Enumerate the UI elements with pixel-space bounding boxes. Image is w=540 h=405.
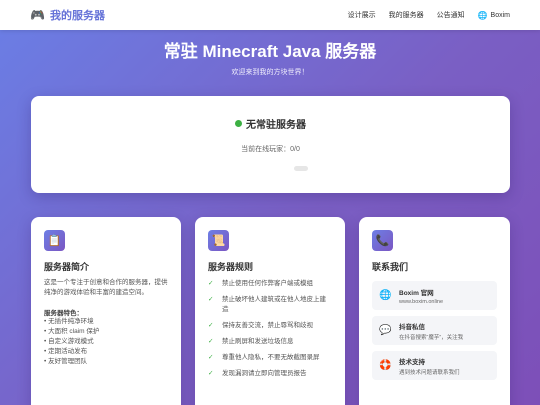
feature-item: • 自定义游戏模式	[44, 338, 94, 345]
contact-detail: www.boxim.online	[399, 298, 444, 305]
server-rules-card: 📜 服务器规则 ✓ 禁止使用任何作弊客户端或模组 ✓ 禁止破坏他人建筑或在他人地皮上…	[195, 217, 345, 405]
page-title: 常驻 Minecraft Java 服务器	[163, 42, 377, 61]
check-icon: ✓	[208, 296, 214, 303]
check-icon: ✓	[208, 338, 214, 345]
status-text: 无常驻服务器	[246, 120, 306, 131]
nav-links: 设计展示 我的服务器 公告通知 🌐 Boxim	[348, 10, 510, 20]
gamepad-icon: 🎮	[30, 8, 45, 22]
status-dot-icon	[235, 120, 242, 127]
contact-list: 🌐 Boxim 官网 www.boxim.online 💬 抖音私信 在抖音搜索…	[372, 281, 497, 380]
contact-douyin[interactable]: 💬 抖音私信 在抖音搜索“魔芋”，关注我	[372, 316, 497, 345]
feature-item: • 友好管理团队	[44, 358, 88, 365]
contact-title: 联系我们	[372, 262, 409, 272]
rule-text: 尊重他人隐私，不要无故截图录屏	[222, 354, 320, 361]
globe-icon: 🌐	[477, 10, 488, 20]
intro-title: 服务器简介	[44, 262, 90, 272]
nav-link-my-server[interactable]: 我的服务器	[389, 10, 424, 20]
rule-item: ✓ 发现漏洞请立即向管理员报告	[208, 369, 332, 379]
feature-item: • 定期活动发布	[44, 348, 88, 355]
top-nav: 🎮 我的服务器 设计展示 我的服务器 公告通知 🌐 Boxim	[0, 0, 540, 30]
nav-link-boxim-label: Boxim	[490, 11, 510, 19]
rule-item: ✓ 保持友善交流，禁止辱骂和歧视	[208, 321, 332, 331]
nav-link-design[interactable]: 设计展示	[348, 10, 376, 20]
status-placeholder-pill	[294, 166, 308, 171]
rule-item: ✓ 禁止破坏他人建筑或在他人地皮上建造	[208, 295, 332, 315]
contact-card: 📞 联系我们 🌐 Boxim 官网 www.boxim.online 💬 抖音私…	[359, 217, 510, 405]
rules-list: ✓ 禁止使用任何作弊客户端或模组 ✓ 禁止破坏他人建筑或在他人地皮上建造 ✓ 保持友善…	[208, 279, 332, 379]
rule-text: 禁止破坏他人建筑或在他人地皮上建造	[222, 296, 326, 313]
page-subtitle: 欢迎来到我的方块世界！	[231, 69, 309, 76]
contact-name: 技术支持	[399, 358, 425, 366]
contact-support[interactable]: 🛟 技术支持 遇到技术问题请联系我们	[372, 351, 497, 380]
rules-title: 服务器规则	[208, 262, 254, 272]
contact-website[interactable]: 🌐 Boxim 官网 www.boxim.online	[372, 281, 497, 310]
intro-description: 这是一个专注于创意和合作的服务器，提供纯净的游戏体验和丰富的建造空间。	[44, 279, 168, 296]
scroll-icon: 📜	[208, 230, 229, 251]
feature-item: • 大面积 claim 保护	[44, 328, 100, 335]
server-status-card: 无常驻服务器 当前在线玩家：0/0	[31, 96, 510, 193]
contact-name: Boxim 官网	[399, 289, 434, 297]
brand[interactable]: 🎮 我的服务器	[30, 7, 105, 23]
brand-title: 我的服务器	[49, 10, 105, 22]
contact-detail: 遇到技术问题请联系我们	[399, 369, 460, 376]
nav-link-boxim[interactable]: 🌐 Boxim	[478, 11, 510, 20]
contact-name: 抖音私信	[399, 323, 425, 331]
status-header: 无常驻服务器	[31, 116, 510, 131]
phone-icon: 📞	[372, 230, 393, 251]
rule-item: ✓ 禁止刷屏和发送垃圾信息	[208, 337, 332, 347]
features-title: 服务器特色：	[44, 310, 83, 317]
lifebuoy-icon: 🛟	[379, 360, 392, 371]
rule-text: 发现漏洞请立即向管理员报告	[222, 370, 307, 377]
contact-detail: 在抖音搜索“魔芋”，关注我	[399, 334, 464, 341]
nav-link-announcements[interactable]: 公告通知	[437, 10, 465, 20]
rule-text: 禁止使用任何作弊客户端或模组	[222, 280, 313, 287]
rule-item: ✓ 尊重他人隐私，不要无故截图录屏	[208, 353, 332, 363]
check-icon: ✓	[208, 354, 214, 361]
rule-item: ✓ 禁止使用任何作弊客户端或模组	[208, 279, 332, 289]
check-icon: ✓	[208, 370, 214, 377]
online-players: 当前在线玩家：0/0	[241, 146, 300, 153]
globe-icon: 🌐	[379, 290, 392, 301]
check-icon: ✓	[208, 280, 214, 287]
feature-item: • 无插件纯净环境	[44, 318, 94, 325]
server-intro-card: 📋 服务器简介 这是一个专注于创意和合作的服务器，提供纯净的游戏体验和丰富的建造…	[31, 217, 181, 405]
chat-bubble-icon: 💬	[379, 325, 392, 336]
check-icon: ✓	[208, 322, 214, 329]
rule-text: 禁止刷屏和发送垃圾信息	[222, 338, 294, 345]
clipboard-icon: 📋	[44, 230, 65, 251]
rule-text: 保持友善交流，禁止辱骂和歧视	[222, 322, 313, 329]
